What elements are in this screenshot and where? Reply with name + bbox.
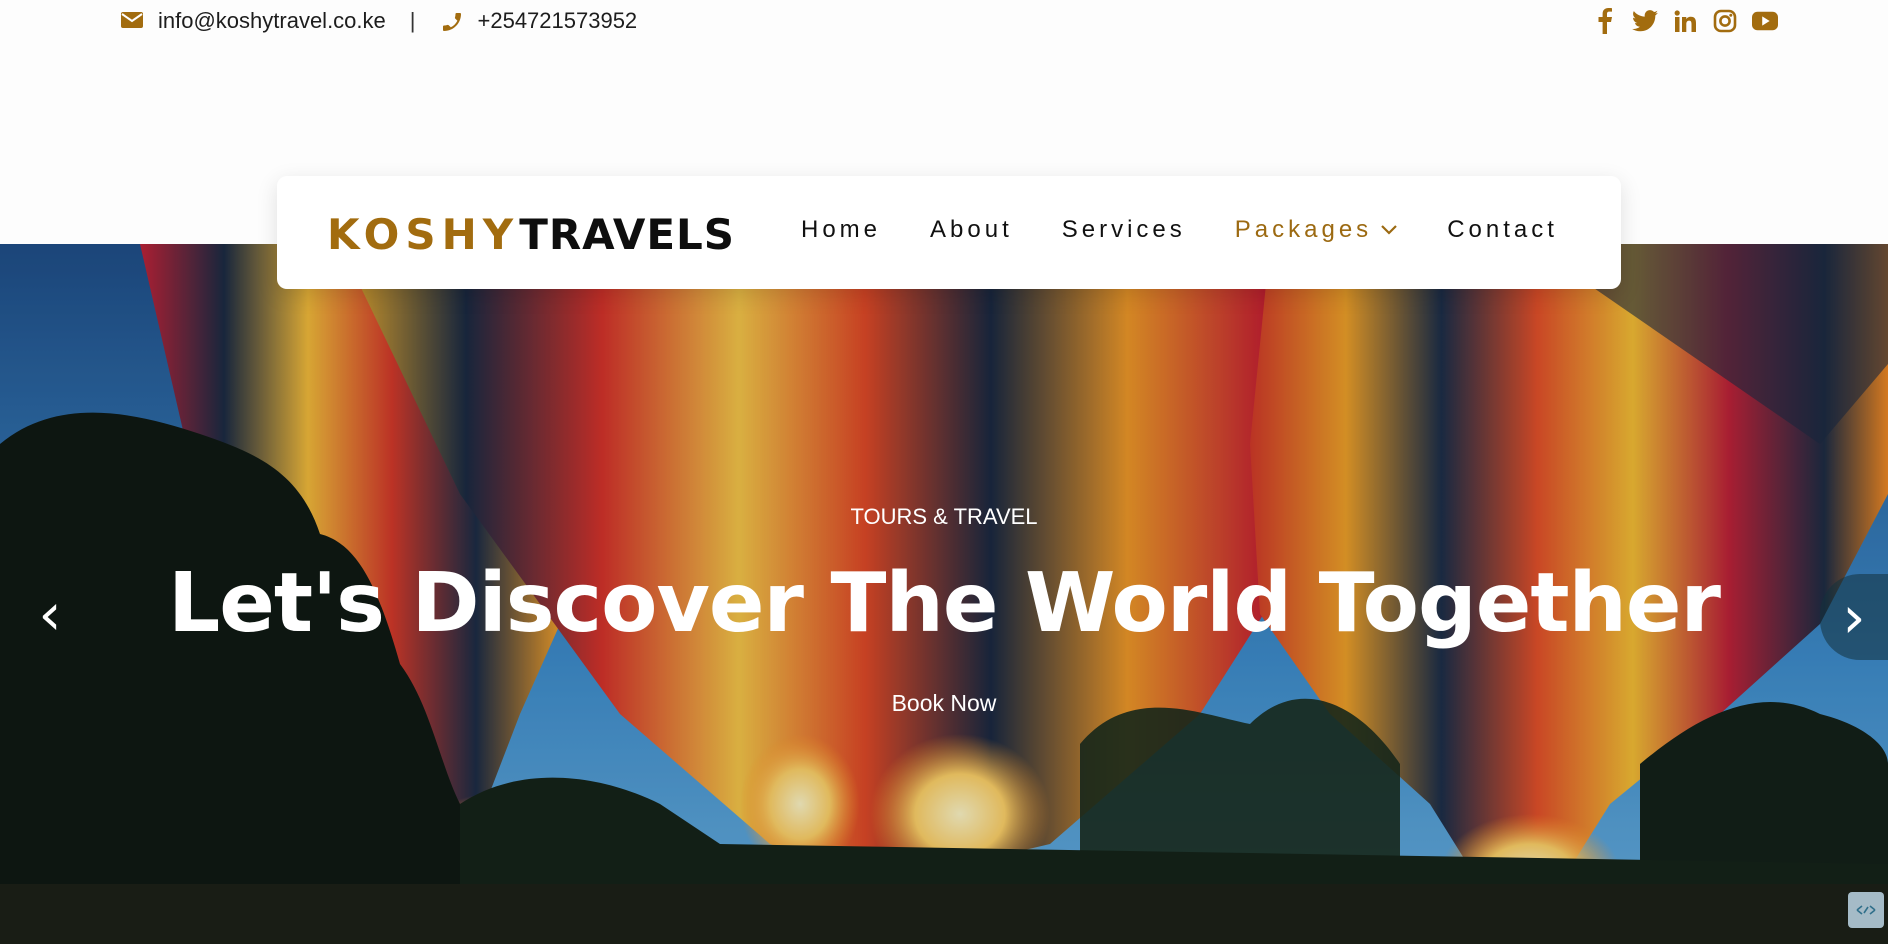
slider-next-button[interactable]: › xyxy=(1820,574,1888,660)
contact-separator: | xyxy=(409,8,416,33)
main-header: KOSHYTRAVELS Home About Services Package… xyxy=(277,176,1621,289)
slider-prev-button[interactable]: ‹ xyxy=(20,574,80,654)
nav-about[interactable]: About xyxy=(930,216,1013,244)
site-logo[interactable]: KOSHYTRAVELS xyxy=(327,210,735,259)
hero-headline: Let's Discover The World Together xyxy=(168,556,1721,651)
phone-icon xyxy=(440,10,466,32)
nav-services[interactable]: Services xyxy=(1062,216,1186,244)
chevron-down-icon xyxy=(1380,224,1398,236)
phone-link[interactable]: +254721573952 xyxy=(478,8,638,34)
instagram-icon[interactable] xyxy=(1712,8,1738,34)
hero-slider: TOURS & TRAVEL Let's Discover The World … xyxy=(0,244,1888,944)
youtube-icon[interactable] xyxy=(1752,8,1778,34)
twitter-icon[interactable] xyxy=(1632,8,1658,34)
linkedin-icon[interactable] xyxy=(1672,8,1698,34)
nav-contact[interactable]: Contact xyxy=(1447,216,1558,244)
floating-widget-icon[interactable] xyxy=(1848,892,1884,928)
envelope-icon xyxy=(120,10,146,32)
email-link[interactable]: info@koshytravel.co.ke xyxy=(158,8,386,34)
nav-packages[interactable]: Packages xyxy=(1235,216,1398,244)
nav-packages-label: Packages xyxy=(1234,216,1373,243)
social-links xyxy=(1592,4,1778,38)
contact-info: info@koshytravel.co.ke | +254721573952 xyxy=(120,6,637,36)
facebook-icon[interactable] xyxy=(1592,8,1618,34)
hero-cta: Book Now xyxy=(0,690,1888,717)
nav-home[interactable]: Home xyxy=(801,216,881,244)
hero-tagline: TOURS & TRAVEL xyxy=(850,504,1038,529)
book-now-link[interactable]: Book Now xyxy=(892,690,997,716)
main-nav: Home About Services Packages Contact xyxy=(801,216,1558,244)
logo-koshy: KOSHY xyxy=(327,210,520,259)
logo-travels: TRAVELS xyxy=(519,210,736,259)
